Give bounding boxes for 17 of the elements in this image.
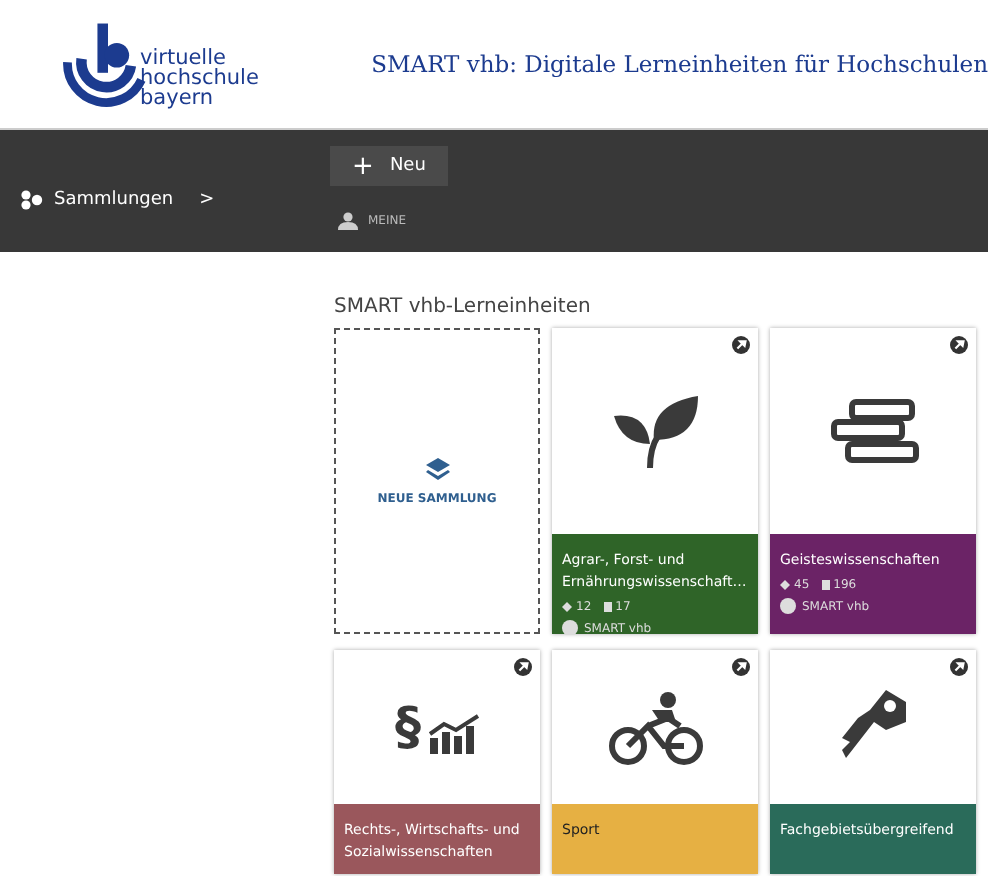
logo-text-line: hochschule bbox=[140, 68, 259, 88]
logo-text-line: bayern bbox=[140, 88, 216, 108]
collections-icon bbox=[20, 190, 44, 210]
new-button[interactable]: + Neu bbox=[330, 146, 448, 186]
collection-icon bbox=[562, 602, 572, 612]
document-icon bbox=[821, 580, 830, 590]
leaf-icon bbox=[609, 391, 701, 471]
user-icon bbox=[338, 212, 358, 230]
section-title: SMART vhb-Lerneinheiten bbox=[334, 296, 593, 318]
layers-icon bbox=[425, 457, 449, 479]
site-title: SMART vhb: Digitale Lerneinheiten für Hochschulen bbox=[371, 50, 988, 78]
collections-link[interactable]: Sammlungen > bbox=[20, 190, 215, 210]
document-icon bbox=[603, 602, 612, 612]
cyclist-icon bbox=[607, 689, 703, 765]
collection-icon bbox=[780, 580, 790, 590]
books-icon bbox=[827, 397, 919, 465]
logo-text-line: virtuelle bbox=[140, 48, 226, 68]
